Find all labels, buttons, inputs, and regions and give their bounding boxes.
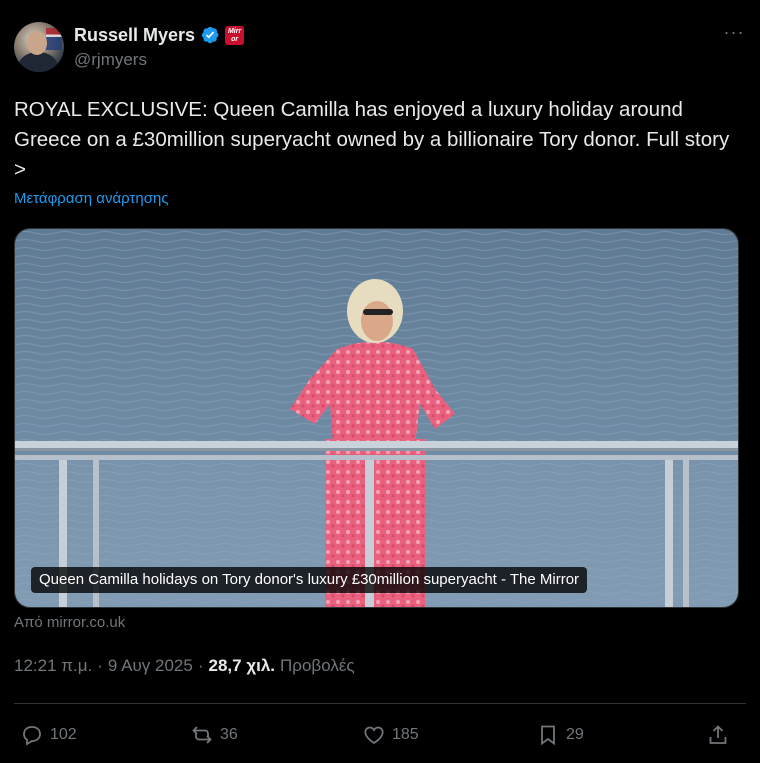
share-icon: [709, 725, 727, 744]
repost-icon: [192, 726, 212, 744]
reply-count: 102: [50, 726, 77, 743]
name-row: Russell Myers Mirr or: [74, 23, 245, 47]
reply-button[interactable]: 102: [20, 718, 77, 752]
card-caption[interactable]: Queen Camilla holidays on Tory donor's l…: [31, 567, 588, 593]
repost-count: 36: [220, 726, 238, 743]
tweet-time[interactable]: 12:21 π.μ.: [14, 656, 92, 676]
reply-icon: [23, 726, 41, 746]
more-icon[interactable]: ···: [722, 23, 746, 46]
action-bar: 102 36 185 29: [14, 718, 746, 752]
bookmark-count: 29: [566, 726, 584, 743]
bookmark-icon: [541, 725, 555, 746]
translate-link[interactable]: Μετάφραση ανάρτησης: [14, 190, 169, 207]
repost-button[interactable]: 36: [190, 718, 238, 752]
tweet-date[interactable]: 9 Αυγ 2025: [108, 656, 193, 676]
separator: ·: [97, 656, 103, 675]
like-count: 185: [392, 726, 419, 743]
link-card[interactable]: Queen Camilla holidays on Tory donor's l…: [14, 228, 739, 608]
bookmark-button[interactable]: 29: [536, 718, 584, 752]
views-label: Προβολές: [280, 656, 355, 675]
like-button[interactable]: 185: [362, 718, 419, 752]
verified-icon: [201, 26, 219, 44]
like-icon: [364, 726, 384, 745]
share-button[interactable]: [706, 718, 730, 752]
avatar[interactable]: [14, 22, 64, 72]
tweet-meta: 12:21 π.μ. · 9 Αυγ 2025 · 28,7 χιλ. Προβ…: [14, 656, 355, 676]
tweet-text: ROYAL EXCLUSIVE: Queen Camilla has enjoy…: [14, 98, 730, 181]
display-name[interactable]: Russell Myers: [74, 25, 195, 46]
divider: [14, 703, 746, 704]
separator: ·: [197, 656, 204, 675]
tweet-header: Russell Myers Mirr or @rjmyers ···: [14, 20, 746, 76]
handle[interactable]: @rjmyers: [74, 50, 147, 70]
card-photo: [15, 229, 738, 607]
mirror-logo-badge[interactable]: Mirr or: [225, 25, 245, 45]
card-source[interactable]: Από mirror.co.uk: [14, 614, 125, 631]
views-count[interactable]: 28,7 χιλ.: [209, 656, 276, 676]
